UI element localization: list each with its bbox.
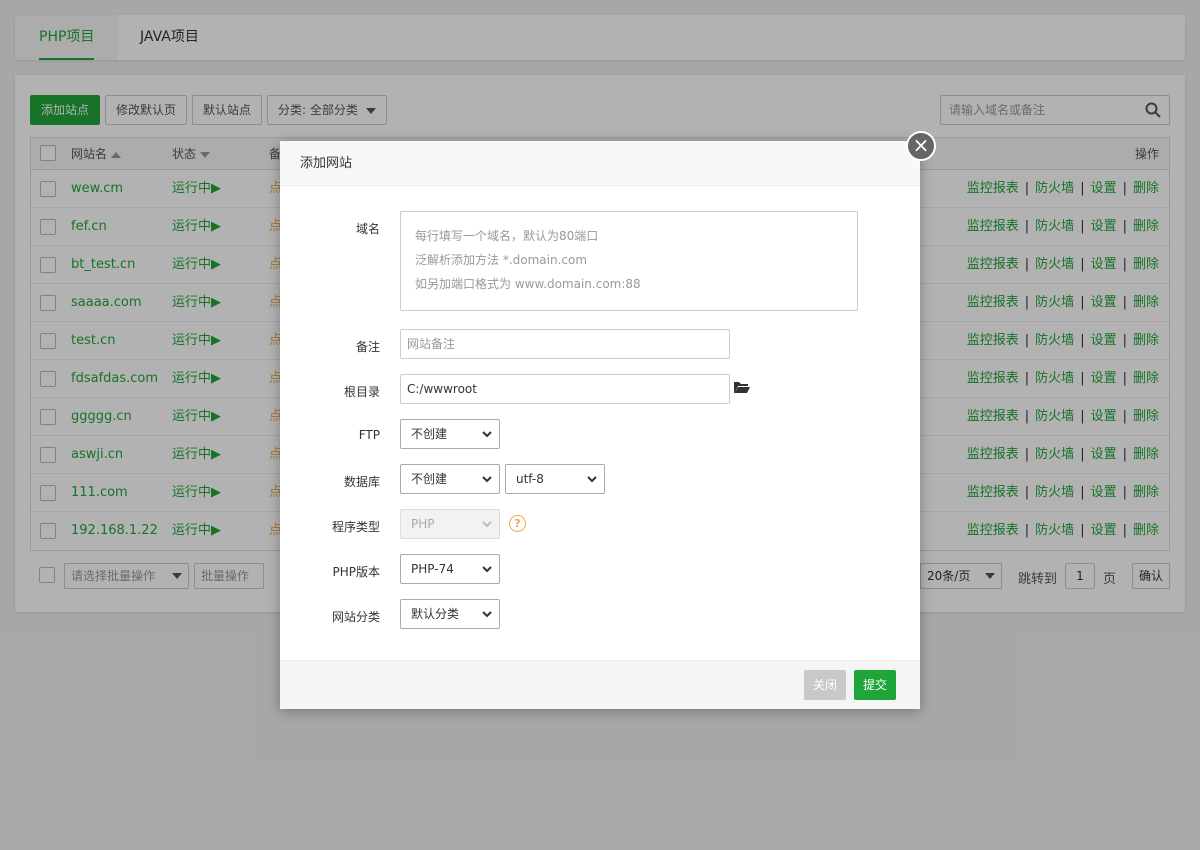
program-type-label: 程序类型 xyxy=(331,520,380,534)
domain-placeholder-line: 泛解析添加方法 *.domain.com xyxy=(415,253,588,267)
program-type-select: PHP xyxy=(400,509,500,539)
site-category-select[interactable]: 默认分类 xyxy=(400,599,500,629)
chevron-down-icon xyxy=(482,476,492,483)
submit-button[interactable]: 提交 xyxy=(854,670,897,700)
chevron-down-icon xyxy=(482,521,492,528)
charset-select[interactable]: utf-8 xyxy=(505,464,605,494)
close-button[interactable]: 关闭 xyxy=(804,670,847,700)
database-label: 数据库 xyxy=(343,475,380,489)
ftp-label: FTP xyxy=(358,428,380,442)
note-input[interactable] xyxy=(400,329,730,359)
root-dir-label: 根目录 xyxy=(343,385,380,399)
site-category-label: 网站分类 xyxy=(331,610,380,624)
domain-placeholder-line: 每行填写一个域名，默认为80端口 xyxy=(415,229,599,243)
domain-label: 域名 xyxy=(355,222,380,236)
chevron-down-icon xyxy=(482,566,492,573)
domain-textarea[interactable]: 每行填写一个域名，默认为80端口 泛解析添加方法 *.domain.com 如另… xyxy=(400,211,858,311)
close-icon[interactable]: × xyxy=(906,131,936,161)
help-icon[interactable]: ? xyxy=(509,515,526,532)
chevron-down-icon xyxy=(482,431,492,438)
chevron-down-icon xyxy=(482,611,492,618)
site-category-value: 默认分类 xyxy=(411,607,460,621)
php-version-value: PHP-74 xyxy=(411,562,454,576)
php-version-label: PHP版本 xyxy=(332,565,381,579)
domain-placeholder-line: 如另加端口格式为 www.domain.com:88 xyxy=(415,277,641,291)
chevron-down-icon xyxy=(587,476,597,483)
root-dir-input[interactable] xyxy=(400,374,730,404)
ftp-select-value: 不创建 xyxy=(411,427,448,441)
folder-open-icon[interactable] xyxy=(733,380,751,394)
add-website-dialog: 添加网站 × 域名 每行填写一个域名，默认为80端口 泛解析添加方法 *.dom… xyxy=(280,131,936,709)
database-select-value: 不创建 xyxy=(411,472,448,486)
dialog-footer: 关闭 提交 xyxy=(280,660,920,709)
database-select[interactable]: 不创建 xyxy=(400,464,500,494)
note-label: 备注 xyxy=(355,340,380,354)
dialog-title: 添加网站 xyxy=(280,141,920,186)
charset-select-value: utf-8 xyxy=(516,472,544,486)
ftp-select[interactable]: 不创建 xyxy=(400,419,500,449)
program-type-value: PHP xyxy=(411,517,435,531)
php-version-select[interactable]: PHP-74 xyxy=(400,554,500,584)
